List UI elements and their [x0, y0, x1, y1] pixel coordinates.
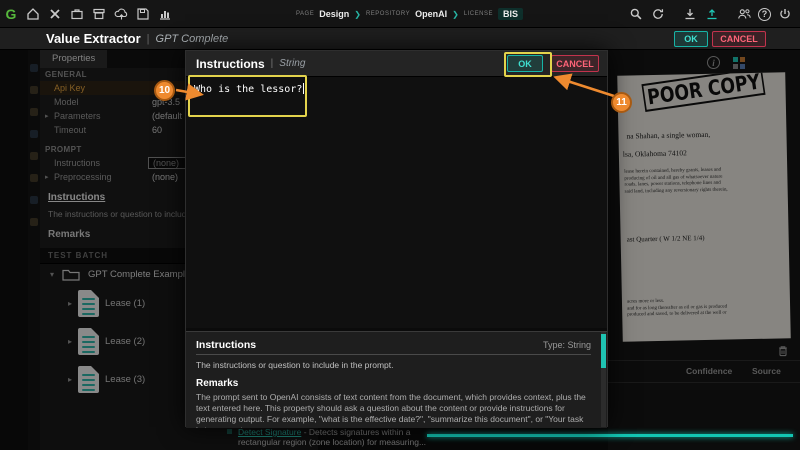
scrollbar[interactable]: [601, 332, 606, 427]
help-title: Instructions: [196, 339, 257, 351]
ok-button[interactable]: OK: [674, 31, 708, 47]
breadcrumb-label-repository: REPOSITORY: [365, 11, 411, 17]
dialog-cancel-button[interactable]: CANCEL: [551, 55, 599, 72]
highlight-box-textarea: [188, 75, 307, 117]
dialog-title-separator: |: [270, 58, 274, 69]
progress-bar: [427, 434, 793, 437]
help-description: The instructions or question to include …: [196, 360, 394, 370]
callout-11: 11: [611, 92, 632, 113]
breadcrumb-value-license[interactable]: BIS: [497, 8, 523, 20]
search-icon[interactable]: [627, 5, 645, 23]
dialog-title: Instructions: [196, 56, 265, 71]
dialog-type: String: [279, 58, 306, 69]
save-icon[interactable]: [134, 5, 152, 23]
download-icon[interactable]: [681, 5, 699, 23]
chevron-separator-icon: ❯: [452, 9, 459, 19]
title-bar: Value Extractor | GPT Complete OK CANCEL: [0, 28, 800, 50]
help-type-label: Type: String: [542, 340, 591, 350]
chart-icon[interactable]: [156, 5, 174, 23]
upload-icon[interactable]: [703, 5, 721, 23]
users-icon[interactable]: [735, 5, 753, 23]
cancel-button[interactable]: CANCEL: [712, 31, 766, 47]
scrollbar-thumb[interactable]: [601, 334, 606, 368]
archive-icon[interactable]: [90, 5, 108, 23]
refresh-icon[interactable]: [649, 5, 667, 23]
home-icon[interactable]: [24, 5, 42, 23]
breadcrumb-label-license: LICENSE: [463, 11, 493, 17]
breadcrumb-label-page: PAGE: [296, 11, 315, 17]
breadcrumb: PAGE Design ❯ REPOSITORY OpenAI ❯ LICENS…: [296, 0, 523, 28]
breadcrumb-value-repository[interactable]: OpenAI: [415, 9, 447, 19]
grooper-logo: G: [5, 5, 17, 22]
callout-10: 10: [154, 80, 175, 101]
briefcase-icon[interactable]: [68, 5, 86, 23]
power-icon[interactable]: [776, 5, 794, 23]
help-remarks-title: Remarks: [196, 378, 239, 389]
help-remarks-text: The prompt sent to OpenAI consists of te…: [196, 392, 586, 428]
breadcrumb-value-page[interactable]: Design: [319, 9, 349, 19]
title-separator: |: [146, 32, 150, 45]
chevron-separator-icon: ❯: [354, 9, 361, 19]
help-icon[interactable]: ?: [758, 7, 771, 21]
app-root: G PAGE Design ❯ REPOSITORY OpenAI ❯ LICE…: [0, 0, 800, 450]
toolbar-right-icons: ?: [625, 0, 796, 28]
dialog-help-section: Instructions Type: String The instructio…: [186, 331, 607, 428]
help-title-row: Instructions Type: String: [196, 339, 591, 355]
top-toolbar: G PAGE Design ❯ REPOSITORY OpenAI ❯ LICE…: [0, 0, 800, 28]
cloud-upload-icon[interactable]: [112, 5, 130, 23]
highlight-box-ok-button: [504, 52, 552, 77]
page-title: Value Extractor: [46, 31, 141, 46]
page-subtitle: GPT Complete: [155, 32, 229, 45]
tools-icon[interactable]: [46, 5, 64, 23]
